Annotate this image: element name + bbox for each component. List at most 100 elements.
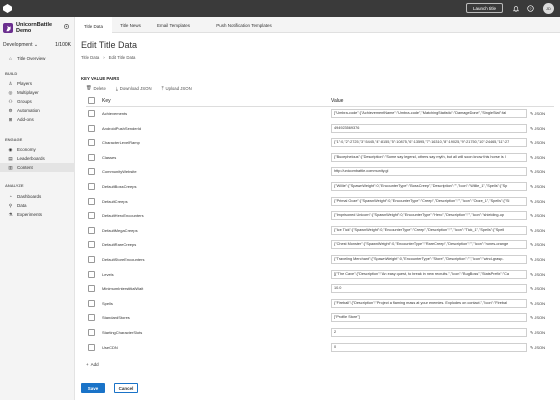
row-value-input[interactable]: {"Fireball":{"Description":"Project a fl… [331,298,527,308]
environment-selector[interactable]: Development ⌄ 1/100K [3,41,71,49]
json-label: JSON [534,344,546,350]
edit-json-button[interactable]: ✎ JSON [530,329,554,337]
edit-json-button[interactable]: ✎ JSON [530,139,554,147]
row-checkbox[interactable] [88,168,95,176]
table-row: DefaultStoreEncounters {"Traveling Mercha… [86,254,554,266]
row-value-input[interactable]: 2 [331,328,527,337]
download-icon: ⤓ [115,85,118,91]
save-button[interactable]: Save [81,383,105,393]
row-value-input[interactable]: {"Ice Tick":{"SpawnWeight":0,"EncounterT… [331,225,527,235]
row-checkbox[interactable] [88,314,95,322]
row-key: Levels [102,271,114,277]
table-row: StandardStores ["Profile Store"] ✎ JSON [86,312,554,324]
row-checkbox[interactable] [88,197,95,205]
sidebar-item-title-overview[interactable]: ⌂ Title Overview [0,54,75,63]
row-value-input[interactable]: 10.0 [331,284,527,294]
download-json-button[interactable]: ⤓ Download JSON [116,86,152,91]
edit-json-button[interactable]: ✎ JSON [530,256,554,264]
row-checkbox[interactable] [88,226,95,234]
row-checkbox[interactable] [88,343,95,351]
sidebar-item-content[interactable]: ▥ Content [0,163,75,172]
row-checkbox[interactable] [88,139,95,147]
table-row: CharacterLevelRamp {"1":0,"2":2725,"3":54… [86,137,554,149]
row-checkbox[interactable] [88,153,95,161]
json-label: JSON [534,184,546,189]
sidebar-item-groups[interactable]: ⚇ Groups [0,97,75,106]
row-key: DefaultCreeps [102,198,128,204]
tab-push-notification-templates[interactable]: Push Notification Templates [198,17,290,33]
sidebar-item-data[interactable]: ⚲ Data [0,201,75,210]
row-key: StartingCharacterSlots [102,330,143,335]
row-value-input[interactable]: http://unicornbattle.community.gl [331,167,527,177]
edit-json-button[interactable]: ✎ JSON [530,125,554,133]
sidebar-item-multiplayer[interactable]: ◎ Multiplayer [0,88,75,97]
sidebar-item-players[interactable]: ♙ Players [0,79,75,88]
row-checkbox[interactable] [88,110,95,117]
row-checkbox[interactable] [88,124,95,132]
help-icon[interactable]: ? [526,4,535,13]
upload-json-button[interactable]: ⤒ Upload JSON [162,86,192,91]
automation-icon: ⚙ [8,107,13,113]
row-value-input[interactable]: {"Bucephelous":{"Description":"Some say … [331,152,527,162]
row-checkbox[interactable] [88,241,95,249]
row-checkbox[interactable] [88,299,95,307]
gear-icon[interactable] [63,23,70,30]
row-checkbox[interactable] [88,270,95,278]
bell-icon[interactable] [511,4,520,13]
edit-json-button[interactable]: ✎ JSON [530,212,554,220]
row-value-input[interactable]: 494923569376 [331,123,527,133]
row-value-input[interactable]: {"Chest Monster":{"SpawnWeight":0,"Encou… [331,240,527,250]
avatar[interactable]: JD [543,3,554,14]
edit-json-button[interactable]: ✎ JSON [530,227,554,235]
row-checkbox[interactable] [88,285,95,293]
row-value-input[interactable]: {"1":0,"2":2725,"3":5445,"4":8155,"5":10… [331,138,527,148]
row-value-input[interactable]: {"Traveling Merchant":{"SpawnWeight":0,"… [331,255,527,264]
row-value-input[interactable]: {"Imprisoned Unicorn":{"SpawnWeight":0,"… [331,211,527,221]
tab-email-templates[interactable]: Email Templates [149,17,198,33]
plus-icon: + [86,362,89,367]
sidebar-item-add-ons[interactable]: ⊞ Add-ons [0,115,75,124]
breadcrumb-title-data[interactable]: Title Data [81,55,99,60]
launch-title-button[interactable]: Launch title [466,3,503,13]
content-icon: ▥ [8,164,13,170]
table-header: Key Value [86,95,554,107]
row-checkbox[interactable] [88,329,95,336]
row-value-input[interactable]: [{"The Cave":{"Description":"An easy que… [331,269,527,279]
edit-json-button[interactable]: ✎ JSON [530,183,554,191]
sidebar-item-experiments[interactable]: ⚗ Experiments [0,210,75,219]
row-value-input[interactable]: {"Willie":{"SpawnWeight":0,"EncounterTyp… [331,182,527,191]
tab-title-news[interactable]: Title News [112,17,149,33]
sidebar-item-leaderboards[interactable]: ▤ Leaderboards [0,154,75,163]
tab-title-data[interactable]: Title Data [75,17,112,33]
row-checkbox[interactable] [88,212,95,220]
edit-json-button[interactable]: ✎ JSON [530,110,554,118]
edit-json-button[interactable]: ✎ JSON [530,198,554,206]
edit-json-button[interactable]: ✎ JSON [530,300,554,308]
add-row-button[interactable]: + Add [86,362,99,367]
pencil-icon: ✎ [530,169,534,175]
edit-json-button[interactable]: ✎ JSON [530,314,554,322]
edit-json-button[interactable]: ✎ JSON [530,168,554,176]
select-all-checkbox[interactable] [88,97,95,104]
row-checkbox[interactable] [88,183,95,190]
row-value-input[interactable]: ["Umbra-code":{"AchievementName":"Umbra-… [331,109,527,118]
edit-json-button[interactable]: ✎ JSON [530,285,554,293]
studio-header[interactable]: UnicornBattle Demo [3,19,73,37]
row-value-input[interactable]: ["Profile Store"] [331,313,527,323]
pencil-icon: ✎ [530,271,534,277]
sidebar-item-economy[interactable]: ◉ Economy [0,145,75,154]
json-label: JSON [534,227,546,233]
sidebar-item-automation[interactable]: ⚙ Automation [0,106,75,115]
row-key: DefaultBossCreeps [102,184,137,189]
sidebar-item-dashboards[interactable]: ◔ Dashboards [0,192,75,201]
row-checkbox[interactable] [88,256,95,263]
delete-button[interactable]: 🗑 Delete [86,85,106,91]
edit-json-button[interactable]: ✎ JSON [530,271,554,279]
cancel-button[interactable]: Cancel [114,383,138,393]
row-value-input[interactable]: 0 [331,342,527,352]
playfab-logo-icon[interactable] [0,0,14,17]
row-value-input[interactable]: {"Primal Ooze":{"SpawnWeight":0,"Encount… [331,196,527,206]
edit-json-button[interactable]: ✎ JSON [530,154,554,162]
edit-json-button[interactable]: ✎ JSON [530,241,554,249]
edit-json-button[interactable]: ✎ JSON [530,344,554,352]
